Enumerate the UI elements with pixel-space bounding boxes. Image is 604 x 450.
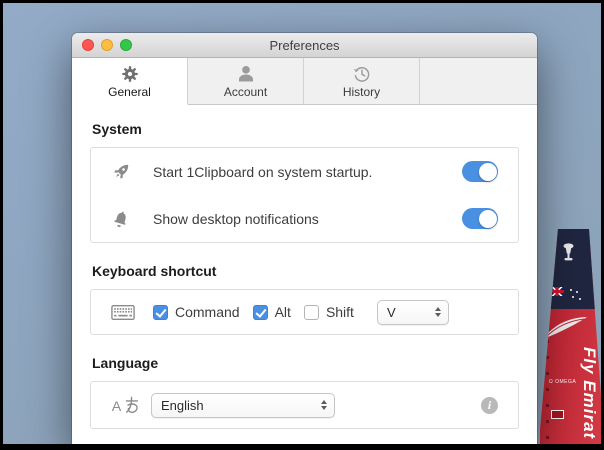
southern-cross-stars bbox=[570, 289, 572, 291]
minimize-button[interactable] bbox=[101, 39, 113, 51]
close-button[interactable] bbox=[82, 39, 94, 51]
general-pane: System bbox=[72, 105, 537, 429]
system-box: Start 1Clipboard on system startup. bbox=[90, 147, 519, 243]
titlebar[interactable]: Preferences bbox=[72, 33, 537, 58]
section-heading-system: System bbox=[92, 121, 517, 137]
shortcut-box: Command Alt Shift V bbox=[90, 289, 519, 335]
person-icon bbox=[236, 63, 256, 84]
keyboard-icon bbox=[111, 304, 137, 321]
shortcut-key-select[interactable]: V bbox=[377, 300, 449, 325]
bell-icon bbox=[111, 209, 137, 229]
shortcut-key-value: V bbox=[387, 305, 396, 320]
notifications-label: Show desktop notifications bbox=[153, 211, 319, 227]
notifications-toggle[interactable] bbox=[462, 208, 498, 229]
window-title: Preferences bbox=[269, 38, 339, 53]
translate-icon: A bbox=[111, 396, 141, 415]
modifier-alt[interactable]: Alt bbox=[253, 304, 291, 320]
command-label: Command bbox=[175, 304, 240, 320]
tab-bar-filler bbox=[420, 58, 537, 105]
zoom-button[interactable] bbox=[120, 39, 132, 51]
tab-label: General bbox=[108, 85, 151, 99]
screenshot-frame: Fly Emirat Ω OMEGA Preferences bbox=[0, 0, 604, 450]
startup-toggle[interactable] bbox=[462, 161, 498, 182]
language-row: A English bbox=[91, 382, 518, 428]
sail-sponsor-text: Ω OMEGA bbox=[549, 379, 576, 386]
tab-label: Account bbox=[224, 85, 267, 99]
sail-seam-marks bbox=[546, 311, 549, 444]
section-heading-language: Language bbox=[92, 355, 517, 371]
rocket-icon bbox=[111, 161, 137, 182]
sail-graphic: Fly Emirat Ω OMEGA bbox=[540, 229, 601, 444]
sail-sponsor-logo bbox=[551, 410, 564, 419]
history-clock-icon bbox=[352, 63, 372, 84]
toggle-knob bbox=[479, 163, 497, 181]
stepper-arrows-icon bbox=[313, 400, 327, 410]
info-icon[interactable]: i bbox=[481, 397, 498, 414]
stepper-arrows-icon bbox=[427, 307, 441, 317]
sail-brand-text: Fly Emirat bbox=[579, 347, 599, 439]
tab-account[interactable]: Account bbox=[188, 58, 304, 105]
tab-label: History bbox=[343, 85, 380, 99]
command-checkbox[interactable] bbox=[153, 305, 168, 320]
modifier-command[interactable]: Command bbox=[153, 304, 240, 320]
tab-bar: General Account bbox=[72, 58, 537, 105]
gear-icon bbox=[120, 63, 140, 84]
modifier-shift[interactable]: Shift bbox=[304, 304, 354, 320]
shift-checkbox[interactable] bbox=[304, 305, 319, 320]
section-heading-shortcut: Keyboard shortcut bbox=[92, 263, 517, 279]
desktop-background: Fly Emirat Ω OMEGA Preferences bbox=[3, 3, 601, 444]
language-box: A English bbox=[90, 381, 519, 429]
startup-row: Start 1Clipboard on system startup. bbox=[91, 148, 518, 195]
language-select[interactable]: English bbox=[151, 393, 335, 418]
traffic-lights bbox=[82, 33, 132, 57]
toggle-knob bbox=[479, 210, 497, 228]
svg-text:A: A bbox=[112, 399, 122, 415]
tab-general[interactable]: General bbox=[72, 58, 188, 105]
alt-checkbox[interactable] bbox=[253, 305, 268, 320]
startup-label: Start 1Clipboard on system startup. bbox=[153, 164, 372, 180]
nz-flag-icon bbox=[550, 287, 564, 296]
alt-label: Alt bbox=[275, 304, 291, 320]
americas-cup-trophy-icon bbox=[560, 243, 577, 270]
notifications-row: Show desktop notifications bbox=[91, 195, 518, 242]
shift-label: Shift bbox=[326, 304, 354, 320]
language-value: English bbox=[161, 398, 204, 413]
tab-history[interactable]: History bbox=[304, 58, 420, 105]
preferences-window: Preferences General bbox=[72, 33, 537, 444]
shortcut-row: Command Alt Shift V bbox=[91, 290, 518, 334]
